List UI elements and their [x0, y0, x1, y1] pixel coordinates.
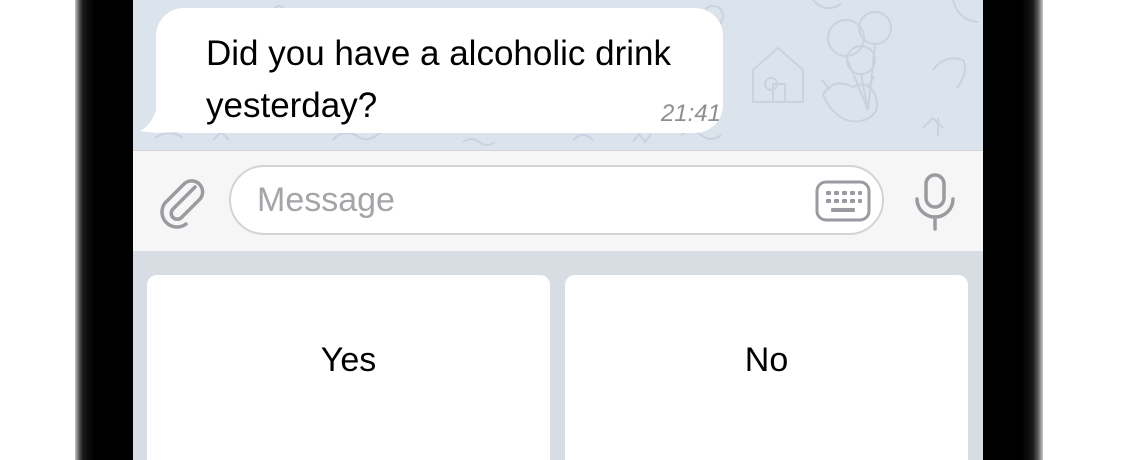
chat-area: Did you have a alcoholic drink yesterday… — [133, 0, 983, 150]
reply-keyboard: Yes No — [133, 251, 983, 460]
keyboard-icon[interactable] — [815, 180, 871, 222]
reply-button-label: Yes — [320, 340, 377, 379]
paperclip-icon[interactable] — [155, 175, 207, 229]
incoming-message-bubble: Did you have a alcoholic drink yesterday… — [156, 8, 723, 133]
microphone-icon[interactable] — [913, 173, 957, 231]
message-input[interactable] — [257, 167, 797, 233]
phone-screen: Did you have a alcoholic drink yesterday… — [133, 0, 983, 460]
phone-frame-left — [75, 0, 133, 460]
message-text: Did you have a alcoholic drink yesterday… — [206, 34, 671, 125]
reply-button-no[interactable]: No — [565, 275, 968, 460]
phone-frame-right — [983, 0, 1043, 460]
message-timestamp: 21:41 — [660, 100, 721, 127]
reply-button-label: No — [744, 340, 789, 379]
reply-button-yes[interactable]: Yes — [147, 275, 550, 460]
message-input-bar — [133, 150, 983, 251]
bubble-tail — [140, 100, 178, 133]
message-field[interactable] — [229, 165, 884, 235]
